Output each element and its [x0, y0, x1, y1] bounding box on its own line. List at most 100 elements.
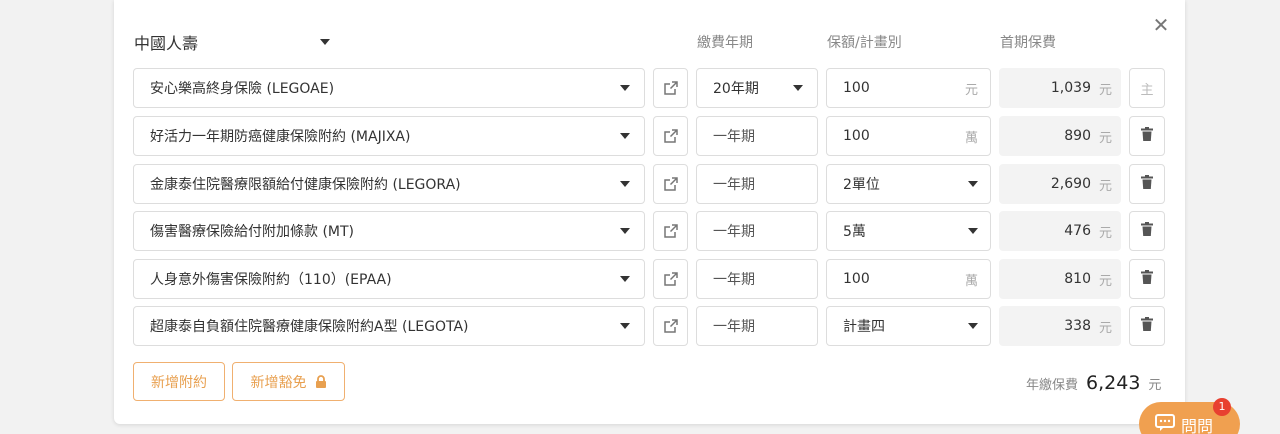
premium-value: 890 — [1064, 128, 1091, 144]
amount-field[interactable]: 2單位 — [826, 164, 991, 204]
premium-unit: 元 — [1098, 320, 1112, 336]
amount-field[interactable]: 100 元 — [826, 68, 991, 108]
amount-unit: 元 — [964, 82, 978, 98]
plan-name: 傷害醫療保險給付附加條款 (MT) — [150, 224, 355, 240]
amount-field[interactable]: 100 萬 — [826, 116, 991, 156]
add-waiver-label: 新增豁免 — [250, 374, 307, 391]
plan-name: 金康泰住院醫療限額給付健康保險附約 (LEGORA) — [150, 177, 461, 193]
term-field: 一年期 — [696, 164, 818, 204]
delete-row-button[interactable] — [1129, 164, 1165, 204]
term-value: 20年期 — [713, 81, 759, 97]
amount-unit: 萬 — [964, 273, 978, 289]
premium-value: 338 — [1064, 318, 1091, 334]
chat-button[interactable]: 問問 1 — [1139, 398, 1240, 434]
premium-field: 338 元 — [999, 306, 1121, 346]
add-rider-button[interactable]: 新增附約 — [133, 362, 225, 401]
plan-name: 好活力一年期防癌健康保險附約 (MAJIXA) — [150, 129, 411, 145]
term-field[interactable]: 20年期 — [696, 68, 818, 108]
plan-row: 金康泰住院醫療限額給付健康保險附約 (LEGORA) 一年期 2單位 2,690 元 — [0, 164, 1280, 204]
premium-field: 1,039 元 — [999, 68, 1121, 108]
premium-field: 2,690 元 — [999, 164, 1121, 204]
plan-select[interactable]: 好活力一年期防癌健康保險附約 (MAJIXA) — [133, 116, 645, 156]
chevron-down-icon — [620, 181, 630, 187]
plan-row: 安心樂高終身保險 (LEGOAE) 20年期 100 元 1,039 元 主 — [0, 68, 1280, 108]
plan-name: 超康泰自負額住院醫療健康保險附約A型 (LEGOTA) — [150, 319, 469, 335]
premium-field: 476 元 — [999, 211, 1121, 251]
plan-row: 好活力一年期防癌健康保險附約 (MAJIXA) 一年期 100 萬 890 元 — [0, 116, 1280, 156]
term-value: 一年期 — [713, 272, 755, 288]
chevron-down-icon — [620, 85, 630, 91]
external-link-icon[interactable] — [653, 259, 688, 299]
plan-select[interactable]: 傷害醫療保險給付附加條款 (MT) — [133, 211, 645, 251]
amount-value: 100 — [843, 128, 870, 144]
lock-icon — [315, 375, 326, 388]
chevron-down-icon — [620, 133, 630, 139]
trash-icon — [1141, 222, 1153, 240]
chevron-down-icon — [320, 39, 330, 45]
chevron-down-icon — [620, 323, 630, 329]
total-label: 年繳保費 — [1026, 378, 1079, 393]
chevron-down-icon — [968, 181, 978, 187]
trash-icon — [1141, 127, 1153, 145]
chevron-down-icon — [620, 276, 630, 282]
notification-badge: 1 — [1213, 398, 1231, 416]
delete-row-button[interactable] — [1129, 259, 1165, 299]
premium-value: 2,690 — [1050, 176, 1091, 192]
annual-total: 年繳保費 6,243 元 — [1026, 372, 1161, 394]
header-term: 繳費年期 — [697, 35, 753, 51]
term-field: 一年期 — [696, 306, 818, 346]
external-link-icon[interactable] — [653, 306, 688, 346]
close-icon[interactable]: ✕ — [1150, 14, 1172, 36]
delete-row-button[interactable] — [1129, 211, 1165, 251]
company-select[interactable]: 中國人壽 — [134, 30, 330, 54]
header-amount: 保額/計畫別 — [827, 35, 902, 51]
premium-unit: 元 — [1098, 130, 1112, 146]
amount-value: 2單位 — [843, 177, 880, 193]
premium-unit: 元 — [1098, 225, 1112, 241]
term-value: 一年期 — [713, 224, 755, 240]
external-link-icon[interactable] — [653, 68, 688, 108]
chevron-down-icon — [968, 323, 978, 329]
total-value: 6,243 — [1086, 372, 1141, 394]
chat-label: 問問 — [1181, 417, 1214, 434]
premium-value: 1,039 — [1050, 80, 1091, 96]
plan-select[interactable]: 安心樂高終身保險 (LEGOAE) — [133, 68, 645, 108]
amount-field[interactable]: 100 萬 — [826, 259, 991, 299]
premium-value: 810 — [1064, 271, 1091, 287]
premium-unit: 元 — [1098, 82, 1112, 98]
term-field: 一年期 — [696, 116, 818, 156]
external-link-icon[interactable] — [653, 116, 688, 156]
total-unit: 元 — [1148, 378, 1162, 393]
premium-value: 476 — [1064, 223, 1091, 239]
main-plan-marker: 主 — [1140, 82, 1154, 98]
trash-icon — [1141, 317, 1153, 335]
delete-row-button[interactable] — [1129, 116, 1165, 156]
amount-value: 5萬 — [843, 224, 866, 240]
plan-row: 超康泰自負額住院醫療健康保險附約A型 (LEGOTA) 一年期 計畫四 338 元 — [0, 306, 1280, 346]
add-waiver-button[interactable]: 新增豁免 — [232, 362, 345, 401]
external-link-icon[interactable] — [653, 164, 688, 204]
plan-select[interactable]: 人身意外傷害保險附約（110）(EPAA) — [133, 259, 645, 299]
amount-field[interactable]: 5萬 — [826, 211, 991, 251]
term-field: 一年期 — [696, 259, 818, 299]
amount-value: 計畫四 — [843, 319, 885, 335]
premium-field: 810 元 — [999, 259, 1121, 299]
term-value: 一年期 — [713, 129, 755, 145]
trash-icon — [1141, 270, 1153, 288]
chevron-down-icon — [968, 228, 978, 234]
delete-row-button[interactable] — [1129, 306, 1165, 346]
trash-icon — [1141, 175, 1153, 193]
term-value: 一年期 — [713, 319, 755, 335]
term-field: 一年期 — [696, 211, 818, 251]
company-label: 中國人壽 — [134, 34, 199, 53]
main-plan-badge: 主 — [1129, 68, 1165, 108]
premium-unit: 元 — [1098, 178, 1112, 194]
term-value: 一年期 — [713, 177, 755, 193]
chevron-down-icon — [793, 85, 803, 91]
plan-row: 傷害醫療保險給付附加條款 (MT) 一年期 5萬 476 元 — [0, 211, 1280, 251]
plan-select[interactable]: 金康泰住院醫療限額給付健康保險附約 (LEGORA) — [133, 164, 645, 204]
amount-field[interactable]: 計畫四 — [826, 306, 991, 346]
plan-select[interactable]: 超康泰自負額住院醫療健康保險附約A型 (LEGOTA) — [133, 306, 645, 346]
header-premium: 首期保費 — [1000, 35, 1056, 51]
external-link-icon[interactable] — [653, 211, 688, 251]
